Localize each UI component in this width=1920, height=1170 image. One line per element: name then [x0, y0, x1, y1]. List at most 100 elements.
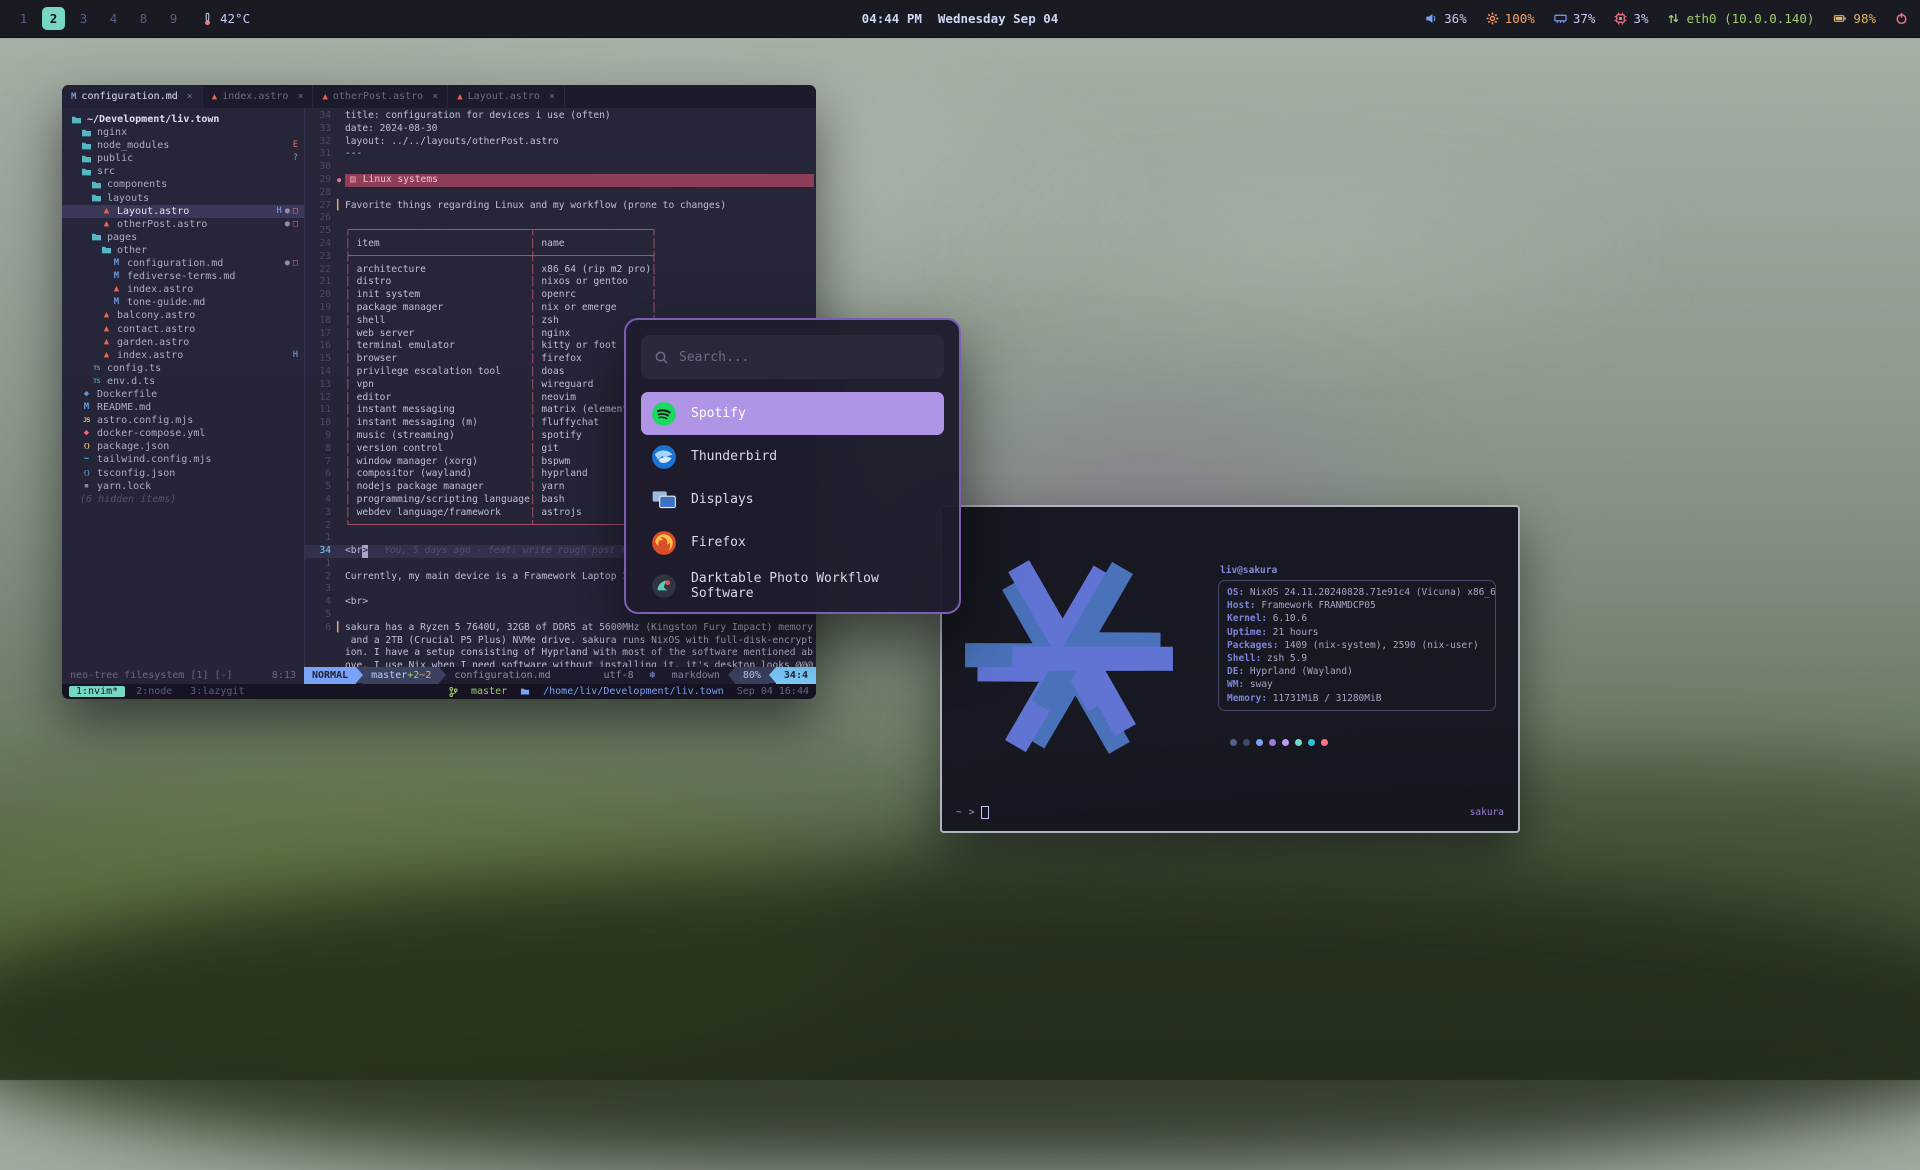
- table-border: │: [345, 417, 357, 430]
- close-icon[interactable]: ×: [432, 91, 438, 102]
- launcher-entry-Displays[interactable]: Displays: [641, 478, 944, 521]
- tree-item-src[interactable]: src: [62, 165, 304, 178]
- tree-item-label: pages: [107, 231, 137, 244]
- sign-column: [337, 353, 345, 366]
- line-number: 2: [305, 571, 337, 584]
- tree-item-tsconfig.json[interactable]: {}tsconfig.json: [62, 467, 304, 480]
- tree-item-node_modules[interactable]: node_modulesE: [62, 139, 304, 152]
- volume-module[interactable]: 36%: [1425, 11, 1467, 26]
- tmux-window-3:lazygit[interactable]: 3:lazygit: [183, 686, 251, 697]
- tree-item-astro.config.mjs[interactable]: JSastro.config.mjs: [62, 414, 304, 427]
- line-fragment: web server: [357, 328, 530, 341]
- line-fragment: webdev language/framework: [357, 507, 530, 520]
- load-module[interactable]: 100%: [1486, 11, 1535, 26]
- tmux-window-2:node[interactable]: 2:node: [129, 686, 179, 697]
- tree-item-docker-compose.yml[interactable]: ◆docker-compose.yml: [62, 427, 304, 440]
- line-text: layout: ../../layouts/otherPost.astro: [345, 136, 816, 149]
- tree-item-garden.astro[interactable]: ▲garden.astro: [62, 336, 304, 349]
- workspace-button-9[interactable]: 9: [162, 7, 185, 30]
- workspace-button-8[interactable]: 8: [132, 7, 155, 30]
- line-fragment: privilege escalation tool: [357, 366, 530, 379]
- tree-item-index.astro[interactable]: ▲index.astro: [62, 283, 304, 296]
- table-border: │: [530, 468, 542, 481]
- tab-otherPost.astro[interactable]: ▲otherPost.astro×: [313, 85, 448, 108]
- tree-item-configuration.md[interactable]: Mconfiguration.md●□: [62, 257, 304, 270]
- tree-item-index.astro[interactable]: ▲index.astroH: [62, 349, 304, 362]
- tab-Layout.astro[interactable]: ▲Layout.astro×: [448, 85, 565, 108]
- buffer-line: ion. I have a setup consisting of Hyprla…: [305, 647, 816, 660]
- launcher-entry-Thunderbird[interactable]: Thunderbird: [641, 435, 944, 478]
- tree-item-label: yarn.lock: [97, 480, 151, 493]
- network-module[interactable]: eth0 (10.0.0.140): [1667, 11, 1814, 26]
- workspace-button-2[interactable]: 2: [42, 7, 65, 30]
- tree-item-tone-guide.md[interactable]: Mtone-guide.md: [62, 296, 304, 309]
- table-border: │: [530, 238, 542, 251]
- sign-column: [337, 520, 345, 533]
- tree-item-otherPost.astro[interactable]: ▲otherPost.astro●□: [62, 218, 304, 231]
- line-number: 19: [305, 302, 337, 315]
- right-prompt: sakura: [1470, 807, 1504, 818]
- power-module[interactable]: [1895, 12, 1908, 25]
- launcher-entry-Spotify[interactable]: Spotify: [641, 392, 944, 435]
- tree-item-package.json[interactable]: {}package.json: [62, 440, 304, 453]
- tree-item-Layout.astro[interactable]: ▲Layout.astroH●□: [62, 205, 304, 218]
- tmux-window-1:nvim*[interactable]: 1:nvim*: [69, 686, 125, 697]
- cpu-module[interactable]: 3%: [1614, 11, 1648, 26]
- line-text: Favorite things regarding Linux and my w…: [345, 200, 816, 213]
- line-number: 6: [305, 468, 337, 481]
- tree-item-env.d.ts[interactable]: TSenv.d.ts: [62, 375, 304, 388]
- launcher-entry-Darktable Photo Workflow Software[interactable]: Darktable Photo Workflow Software: [641, 564, 944, 607]
- tree-item-contact.astro[interactable]: ▲contact.astro: [62, 323, 304, 336]
- tree-mark: H: [277, 205, 282, 218]
- close-icon[interactable]: ×: [187, 91, 193, 102]
- shell-prompt[interactable]: ~ > sakura: [956, 806, 1504, 819]
- tree-item-layouts[interactable]: layouts: [62, 192, 304, 205]
- workspace-button-4[interactable]: 4: [102, 7, 125, 30]
- tree-item-Dockerfile[interactable]: ◆Dockerfile: [62, 388, 304, 401]
- memory-module[interactable]: 37%: [1554, 11, 1596, 26]
- battery-value: 98%: [1853, 11, 1876, 26]
- launcher-entry-Firefox[interactable]: Firefox: [641, 521, 944, 564]
- tree-item-~/Development/liv.town[interactable]: ~/Development/liv.town: [62, 113, 304, 126]
- tree-item-config.ts[interactable]: TSconfig.ts: [62, 362, 304, 375]
- tab-index.astro[interactable]: ▲index.astro×: [203, 85, 314, 108]
- fetch-info-value: NixOS 24.11.20240828.71e91c4 (Vicuna) x8…: [1250, 587, 1496, 598]
- line-text: ┌───────────────────────────────┬───────…: [345, 225, 816, 238]
- wallpaper-ridge: [0, 870, 1920, 1170]
- tree-item-components[interactable]: components: [62, 178, 304, 191]
- launcher-entry-label: Thunderbird: [691, 449, 777, 464]
- table-border: │: [530, 353, 542, 366]
- fetch-info-value: zsh 5.9: [1267, 653, 1307, 664]
- tree-item-yarn.lock[interactable]: ▪yarn.lock: [62, 480, 304, 493]
- launcher-search[interactable]: Search...: [641, 335, 944, 379]
- tree-item-README.md[interactable]: MREADME.md: [62, 401, 304, 414]
- buffer-line: 25┌───────────────────────────────┬─────…: [305, 225, 816, 238]
- tree-item-pages[interactable]: pages: [62, 231, 304, 244]
- tree-item-fediverse-terms.md[interactable]: Mfediverse-terms.md: [62, 270, 304, 283]
- temperature-module[interactable]: 42°C: [201, 11, 250, 26]
- sign-column: [337, 596, 345, 609]
- thunderbird-icon: [651, 444, 677, 470]
- clock-module[interactable]: 04:44 PM Wednesday Sep 04: [862, 11, 1059, 26]
- workspace-button-3[interactable]: 3: [72, 7, 95, 30]
- tab-configuration.md[interactable]: Mconfiguration.md×: [62, 85, 203, 108]
- close-icon[interactable]: ×: [297, 91, 303, 102]
- tree-item-other[interactable]: other: [62, 244, 304, 257]
- tree-item-nginx[interactable]: nginx: [62, 126, 304, 139]
- workspace-button-1[interactable]: 1: [12, 7, 35, 30]
- astro-file-icon: ▲: [322, 91, 327, 102]
- tree-item-tailwind.config.mjs[interactable]: ~tailwind.config.mjs: [62, 453, 304, 466]
- close-icon[interactable]: ×: [549, 91, 555, 102]
- tree-item-balcony.astro[interactable]: ▲balcony.astro: [62, 309, 304, 322]
- line-number: 13: [305, 379, 337, 392]
- thermometer-icon: [201, 12, 214, 26]
- fastfetch-terminal-window[interactable]: liv@sakura OS: NixOS 24.11.20240828.71e9…: [940, 505, 1520, 833]
- tree-item-marks: E: [293, 139, 298, 152]
- buffer-line: 30: [305, 161, 816, 174]
- statusline-spacer: [559, 667, 596, 684]
- line-fragment: ion. I have a setup consisting of Hyprla…: [345, 647, 813, 660]
- battery-module[interactable]: 98%: [1833, 11, 1876, 26]
- progress-segment: 80%: [735, 667, 769, 684]
- icon-glyph: M: [84, 403, 89, 412]
- tree-item-public[interactable]: public?: [62, 152, 304, 165]
